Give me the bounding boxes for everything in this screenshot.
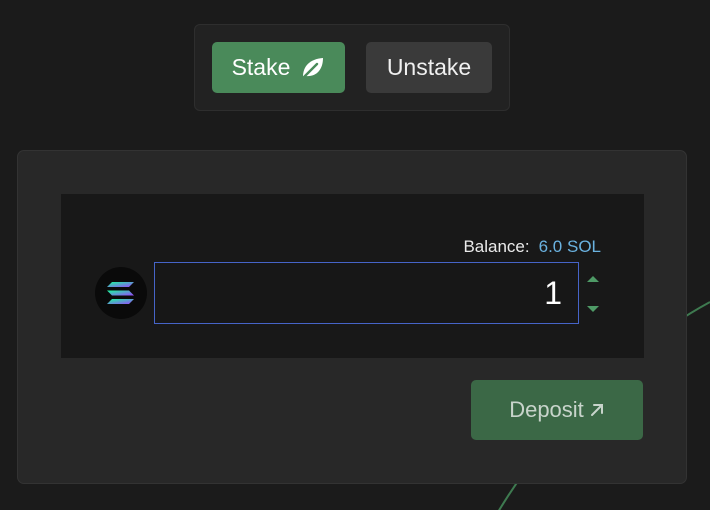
balance-label: Balance:: [463, 237, 530, 256]
balance-row: Balance: 6.0 SOL: [463, 237, 601, 257]
amount-panel: Balance: 6.0 SOL: [61, 194, 644, 358]
solana-logo-icon: [95, 267, 147, 319]
stake-card: Balance: 6.0 SOL 1 Deposit: [17, 150, 687, 484]
balance-value[interactable]: 6.0 SOL: [539, 237, 601, 256]
chevron-down-icon[interactable]: [585, 302, 601, 316]
arrow-up-right-icon: [589, 402, 605, 418]
tab-unstake-label: Unstake: [386, 54, 472, 80]
tab-stake[interactable]: Stake: [212, 42, 345, 93]
stake-page: Stake Unstake Balance: 6.0 SOL 1 Deposit: [0, 0, 710, 510]
stake-unstake-toggle: Stake Unstake: [194, 24, 510, 111]
deposit-button[interactable]: Deposit: [471, 380, 643, 440]
leaf-icon: [299, 56, 325, 80]
chevron-up-icon[interactable]: [585, 272, 601, 286]
tab-unstake[interactable]: Unstake: [366, 42, 492, 93]
tab-stake-label: Stake: [231, 54, 291, 80]
amount-input[interactable]: [154, 262, 579, 324]
deposit-label: Deposit: [509, 397, 584, 422]
